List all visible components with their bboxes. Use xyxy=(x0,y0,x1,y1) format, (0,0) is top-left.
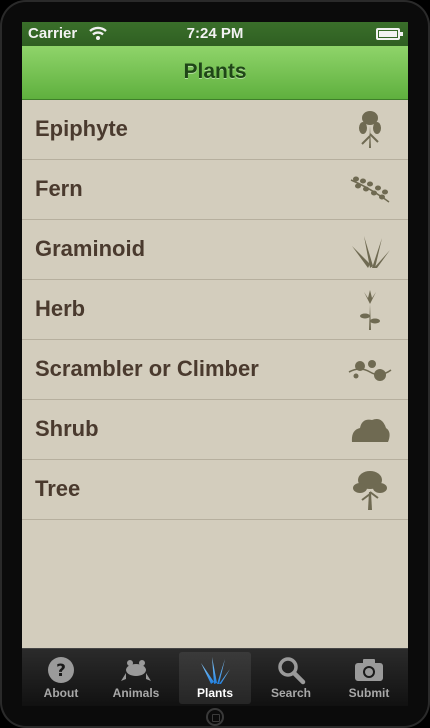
tab-label: Submit xyxy=(348,686,390,700)
status-bar: Carrier 7:24 PM xyxy=(22,22,408,46)
svg-text:?: ? xyxy=(56,661,66,681)
tab-label: About xyxy=(43,686,79,700)
page-title: Plants xyxy=(183,60,247,83)
list-item-fern[interactable]: Fern xyxy=(22,160,408,220)
list-item-herb[interactable]: Herb xyxy=(22,280,408,340)
list-item-scrambler-or-climber[interactable]: Scrambler or Climber xyxy=(22,340,408,400)
camera-icon xyxy=(353,655,385,685)
grass-icon xyxy=(348,228,392,272)
clock: 7:24 PM xyxy=(186,25,244,42)
tab-bar: ? About Animals Plants Search Submit xyxy=(22,648,408,706)
list-item-graminoid[interactable]: Graminoid xyxy=(22,220,408,280)
plant-category-list: Epiphyte Fern Graminoid Herb Scrambler o… xyxy=(22,100,408,520)
tab-label: Animals xyxy=(112,686,160,700)
screen: Carrier 7:24 PM Plants Epiphyte Fern Gra… xyxy=(22,22,408,706)
climber-vine-icon xyxy=(348,348,392,392)
question-icon: ? xyxy=(45,655,77,685)
frog-icon xyxy=(120,655,152,685)
list-item-label: Scrambler or Climber xyxy=(35,356,259,381)
tab-search[interactable]: Search xyxy=(255,649,327,706)
epiphyte-icon xyxy=(348,108,392,152)
tab-plants[interactable]: Plants xyxy=(179,652,251,704)
navigation-bar: Plants xyxy=(22,46,408,100)
home-button[interactable] xyxy=(206,708,224,726)
tab-submit[interactable]: Submit xyxy=(333,649,405,706)
list-item-label: Graminoid xyxy=(35,236,146,261)
list-item-label: Fern xyxy=(35,176,83,201)
tab-about[interactable]: ? About xyxy=(25,649,97,706)
tab-animals[interactable]: Animals xyxy=(100,649,172,706)
fern-icon xyxy=(348,168,392,212)
tab-label: Search xyxy=(270,686,312,700)
battery-icon xyxy=(376,28,403,40)
shrub-icon xyxy=(348,408,392,452)
list-item-shrub[interactable]: Shrub xyxy=(22,400,408,460)
tab-label: Plants xyxy=(196,686,233,700)
list-item-label: Shrub xyxy=(35,416,99,441)
list-item-label: Epiphyte xyxy=(35,116,128,141)
search-icon xyxy=(275,655,307,685)
list-item-label: Tree xyxy=(35,476,81,501)
device-frame: Carrier 7:24 PM Plants Epiphyte Fern Gra… xyxy=(0,0,430,728)
tree-icon xyxy=(348,468,392,512)
herb-flower-icon xyxy=(348,288,392,332)
list-item-epiphyte[interactable]: Epiphyte xyxy=(22,100,408,160)
grass-icon xyxy=(199,655,231,685)
list-item-label: Herb xyxy=(35,296,86,321)
list-item-tree[interactable]: Tree xyxy=(22,460,408,520)
